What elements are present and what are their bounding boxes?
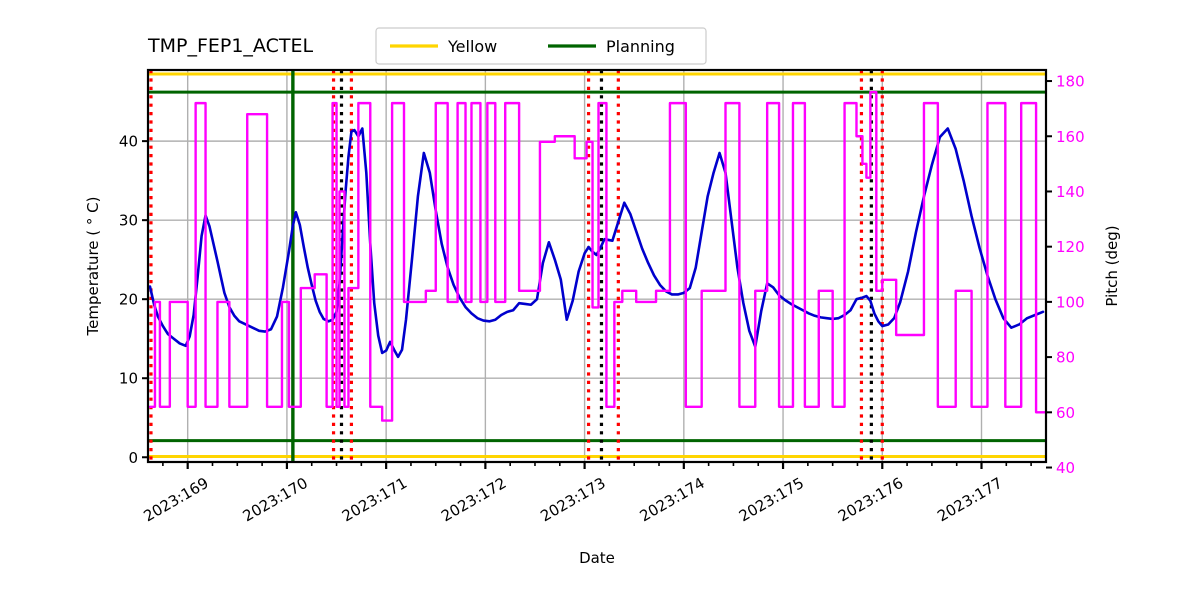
chart-legend: Yellow Planning xyxy=(375,27,707,65)
y-axis-right-label: Pitch (deg) xyxy=(1103,225,1121,306)
y-axis-left-label: Temperature ( ° C) xyxy=(84,197,102,337)
y-tick-label-right: 160 xyxy=(1056,128,1085,146)
legend-label-planning: Planning xyxy=(606,37,675,56)
y-tick-label-right: 120 xyxy=(1056,238,1085,256)
y-tick-label-left: 0 xyxy=(128,449,138,467)
y-tick-label-left: 40 xyxy=(119,133,138,151)
y-tick-label-right: 180 xyxy=(1056,73,1085,91)
y-tick-label-left: 10 xyxy=(119,370,138,388)
x-axis-label: Date xyxy=(579,549,615,567)
y-tick-label-right: 60 xyxy=(1056,404,1075,422)
chart-title: TMP_FEP1_ACTEL xyxy=(147,35,313,57)
y-tick-label-right: 140 xyxy=(1056,183,1085,201)
y-tick-label-right: 80 xyxy=(1056,349,1075,367)
y-tick-label-left: 20 xyxy=(119,291,138,309)
y-tick-label-left: 30 xyxy=(119,212,138,230)
y-tick-label-right: 40 xyxy=(1056,459,1075,477)
legend-label-yellow: Yellow xyxy=(447,37,497,56)
chart-figure: TMP_FEP1_ACTEL Yellow Planning 010203040 … xyxy=(0,0,1200,600)
y-tick-label-right: 100 xyxy=(1056,293,1085,311)
